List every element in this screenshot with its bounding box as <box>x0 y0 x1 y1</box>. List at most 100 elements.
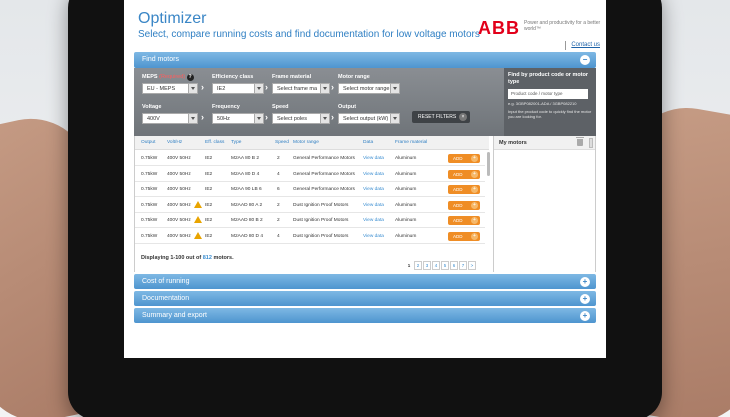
voltage-label: Voltage <box>142 104 162 110</box>
chevron-down-icon <box>390 114 399 123</box>
page-4[interactable]: 4 <box>432 261 440 270</box>
voltage-select[interactable]: 400V <box>142 113 198 124</box>
find-motors-header[interactable]: Find motors − <box>134 52 596 68</box>
chevron-right-icon: › <box>201 82 204 92</box>
efficiency-label: Efficiency class <box>212 74 254 80</box>
col-frame-material[interactable]: Frame material <box>395 140 427 145</box>
cell-type: M2AA 90 LB 6 <box>231 187 262 192</box>
results-count: Displaying 1-100 out of 812 motors. <box>141 255 234 261</box>
add-label: ADD <box>453 202 463 208</box>
speed-select-value: Select poles <box>277 116 307 122</box>
meps-select-value: EU - MEPS <box>147 86 176 92</box>
col-eff-class[interactable]: Eff. class <box>205 140 224 145</box>
speed-select[interactable]: Select poles <box>272 113 330 124</box>
reset-filters-button[interactable]: RESET FILTERS × <box>412 111 470 123</box>
chevron-right-icon: › <box>201 112 204 122</box>
contact-us-link[interactable]: Contact us <box>571 42 600 48</box>
cell-frame: Aluminum <box>395 187 417 192</box>
col-motor-range[interactable]: Motor range <box>293 140 319 145</box>
add-motor-button[interactable]: ADD + <box>448 154 480 163</box>
documentation-header[interactable]: Documentation + <box>134 291 596 306</box>
page-6[interactable]: 6 <box>450 261 458 270</box>
section-documentation[interactable]: Documentation + <box>134 291 596 306</box>
cell-data[interactable]: View data <box>363 203 384 208</box>
add-motor-button[interactable]: ADD + <box>448 216 480 225</box>
cell-output: 0.75kW <box>141 218 158 223</box>
col-data[interactable]: Data <box>363 140 373 145</box>
cell-data[interactable]: View data <box>363 234 384 239</box>
expand-icon[interactable]: + <box>580 311 590 321</box>
cell-speed: 6 <box>277 187 280 192</box>
cell-data[interactable]: View data <box>363 156 384 161</box>
add-motor-button[interactable]: ADD + <box>448 169 480 179</box>
page-1[interactable]: 1 <box>405 261 413 270</box>
cell-data[interactable]: View data <box>363 172 384 177</box>
chevron-right-icon: › <box>331 82 334 92</box>
expand-icon[interactable]: + <box>580 294 590 304</box>
cell-type: M2AAD 80 D 4 <box>231 233 263 239</box>
cell-data[interactable]: View data <box>363 187 384 192</box>
add-motor-button[interactable]: ADD + <box>448 185 480 194</box>
section-cost-of-running[interactable]: Cost of running + <box>134 274 596 289</box>
cost-of-running-header[interactable]: Cost of running + <box>134 274 596 289</box>
section-summary-export[interactable]: Summary and export + <box>134 308 596 323</box>
motor-range-select[interactable]: Select motor range <box>338 83 400 94</box>
cost-of-running-title: Cost of running <box>142 278 190 285</box>
trash-icon[interactable] <box>576 137 584 146</box>
cell-speed: 2 <box>277 218 280 223</box>
cell-range: Dust Ignition Proof Motors <box>293 233 349 239</box>
cell-volt: 400V 50Hz <box>167 187 191 192</box>
col-speed[interactable]: Speed <box>275 140 289 145</box>
cell-output: 0.75kW <box>141 187 158 192</box>
cell-speed: 4 <box>277 233 280 239</box>
my-motors-scrollbar[interactable] <box>589 138 593 148</box>
chevron-down-icon <box>320 114 329 123</box>
product-code-example: e.g. 3GBP082001-ADA / 3GBP082210 <box>508 101 577 106</box>
page-7[interactable]: 7 <box>459 261 467 270</box>
frame-material-select[interactable]: Select frame ma <box>272 83 330 94</box>
page-5[interactable]: 5 <box>441 261 449 270</box>
cell-eff: IE2 <box>205 187 213 192</box>
output-select[interactable]: Select output (kW) <box>338 113 400 124</box>
cell-data[interactable]: View data <box>363 218 384 223</box>
chevron-down-icon <box>188 114 197 123</box>
required-tag: (Required) <box>159 74 186 80</box>
cell-eff: IE2 <box>205 156 213 161</box>
cell-type: M2AA 80 D 4 <box>231 171 260 177</box>
chevron-right-icon: › <box>265 112 268 122</box>
table-row: 0.75kW 400V 50Hz IE2 M2AA 80 D 4 4 General Pe… <box>135 167 485 182</box>
meps-label-text: MEPS <box>142 74 158 80</box>
cell-eff: IE2 <box>205 218 213 223</box>
page-2[interactable]: 2 <box>414 261 422 270</box>
col-type[interactable]: Type <box>231 140 241 145</box>
frequency-select-value: 50Hz <box>217 116 230 122</box>
results-area: Output Volt/Hz Eff. class Type Speed Mot… <box>134 136 596 272</box>
table-row: 0.75kW 400V 50Hz IE2 M2AA 80 B 2 2 General Pe… <box>135 151 485 166</box>
page-8[interactable]: > <box>468 261 476 270</box>
add-motor-button[interactable]: ADD + <box>448 231 480 241</box>
chevron-right-icon: › <box>331 112 334 122</box>
col-output[interactable]: Output <box>141 140 155 145</box>
motor-range-label: Motor range <box>338 74 370 80</box>
collapse-icon[interactable]: − <box>580 55 590 65</box>
my-motors-header: My motors <box>494 136 595 150</box>
page-3[interactable]: 3 <box>423 261 431 270</box>
table-footer: Displaying 1-100 out of 812 motors. 1234… <box>135 251 489 270</box>
help-icon[interactable]: ? <box>186 74 194 81</box>
meps-select[interactable]: EU - MEPS <box>142 83 198 94</box>
speed-label: Speed <box>272 104 289 110</box>
table-scrollbar[interactable] <box>487 152 490 176</box>
efficiency-select[interactable]: IE2 <box>212 83 264 94</box>
summary-export-header[interactable]: Summary and export + <box>134 308 596 323</box>
frequency-select[interactable]: 50Hz <box>212 113 264 124</box>
expand-icon[interactable]: + <box>580 277 590 287</box>
add-motor-button[interactable]: ADD + <box>448 200 480 210</box>
filter-panel: MEPS (Required) ? Efficiency class Frame… <box>134 68 596 136</box>
col-volt[interactable]: Volt/Hz <box>167 140 182 145</box>
app-header: Optimizer Select, compare running costs … <box>124 0 606 52</box>
cell-range: Dust Ignition Proof Motors <box>293 202 349 208</box>
add-label: ADD <box>453 187 463 192</box>
product-code-input[interactable]: Product code / motor type <box>508 89 588 99</box>
cell-range: General Performance Motors <box>293 187 355 192</box>
warning-icon <box>194 231 202 239</box>
